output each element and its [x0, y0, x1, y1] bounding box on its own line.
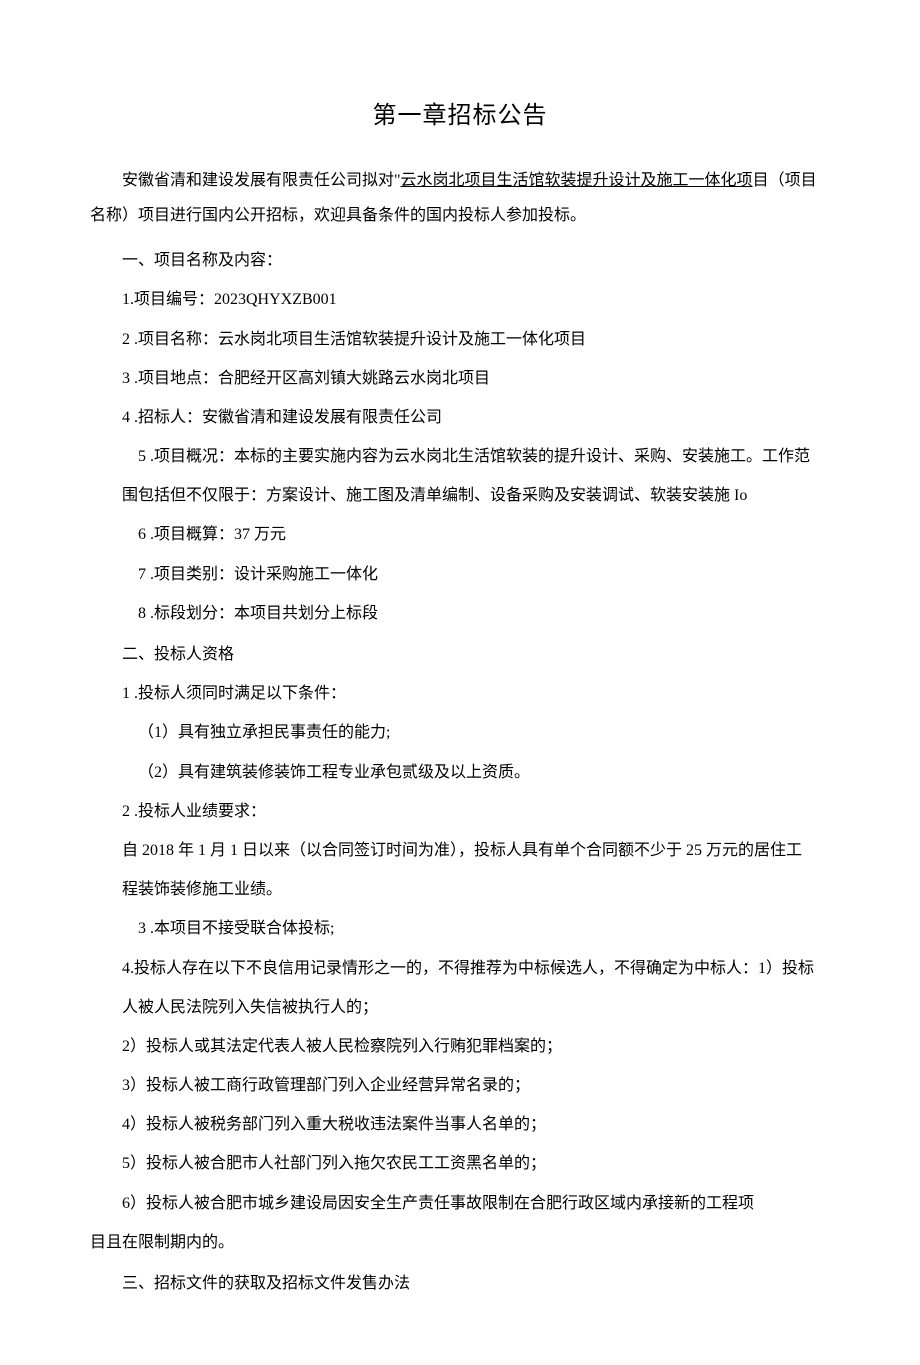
- section1-item-1: 1.项目编号：2023QHYXZB001: [90, 282, 830, 317]
- section2-sub-2: （2）具有建筑装修装饰工程专业承包贰级及以上资质。: [90, 755, 830, 790]
- section2-tail: 目且在限制期内的。: [90, 1225, 830, 1260]
- section2-sublist-2: 2）投标人或其法定代表人被人民检察院列入行贿犯罪档案的；: [90, 1029, 830, 1064]
- section1-item-8: 8 .标段划分：本项目共划分上标段: [90, 596, 830, 631]
- section1-item-2: 2 .项目名称：云水岗北项目生活馆软装提升设计及施工一体化项目: [90, 322, 830, 357]
- section2-req-line1: 自 2018 年 1 月 1 日以来（以合同签订时间为准），投标人具有单个合同额…: [90, 833, 830, 868]
- section2-item-1: 1 .投标人须同时满足以下条件：: [90, 676, 830, 711]
- section2-req-line2: 程装饰装修施工业绩。: [90, 872, 830, 907]
- section2-item-4-line1: 4.投标人存在以下不良信用记录情形之一的，不得推荐为中标候选人，不得确定为中标人…: [90, 951, 830, 986]
- section2-item-2: 2 .投标人业绩要求：: [90, 794, 830, 829]
- section2-header: 二、投标人资格: [90, 637, 830, 672]
- section2-sublist-5: 5）投标人被合肥市人社部门列入拖欠农民工工资黑名单的；: [90, 1146, 830, 1181]
- section2-item-3: 3 .本项目不接受联合体投标;: [90, 911, 830, 946]
- section2-sub-1: （1）具有独立承担民事责任的能力;: [90, 715, 830, 750]
- section2-sublist-6: 6）投标人被合肥市城乡建设局因安全生产责任事故限制在合肥行政区域内承接新的工程项: [90, 1186, 830, 1221]
- section1-item-5-line1: 5 .项目概况：本标的主要实施内容为云水岗北生活馆软装的提升设计、采购、安装施工…: [90, 439, 830, 474]
- section3-header: 三、招标文件的获取及招标文件发售办法: [90, 1266, 830, 1301]
- section1-item-7: 7 .项目类别：设计采购施工一体化: [90, 557, 830, 592]
- section1-item-4: 4 .招标人：安徽省清和建设发展有限责任公司: [90, 400, 830, 435]
- intro-paragraph: 安徽省清和建设发展有限责任公司拟对"云水岗北项目生活馆软装提升设计及施工一体化项…: [90, 163, 830, 233]
- section1-item-5-line2: 围包括但不仅限于：方案设计、施工图及清单编制、设备采购及安装调试、软装安装施 I…: [90, 478, 830, 513]
- intro-underlined-project: 云水岗北项目生活馆软装提升设计及施工一体化项: [401, 172, 753, 189]
- section1-header: 一、项目名称及内容：: [90, 243, 830, 278]
- section2-sublist-4: 4）投标人被税务部门列入重大税收违法案件当事人名单的；: [90, 1107, 830, 1142]
- section2-sublist-3: 3）投标人被工商行政管理部门列入企业经营异常名录的；: [90, 1068, 830, 1103]
- intro-prefix: 安徽省清和建设发展有限责任公司拟对": [122, 172, 401, 189]
- section1-item-6: 6 .项目概算：37 万元: [90, 517, 830, 552]
- section1-item-3: 3 .项目地点：合肥经开区高刘镇大姚路云水岗北项目: [90, 361, 830, 396]
- chapter-title: 第一章招标公告: [90, 90, 830, 143]
- section2-item-4-line2: 人被人民法院列入失信被执行人的；: [90, 990, 830, 1025]
